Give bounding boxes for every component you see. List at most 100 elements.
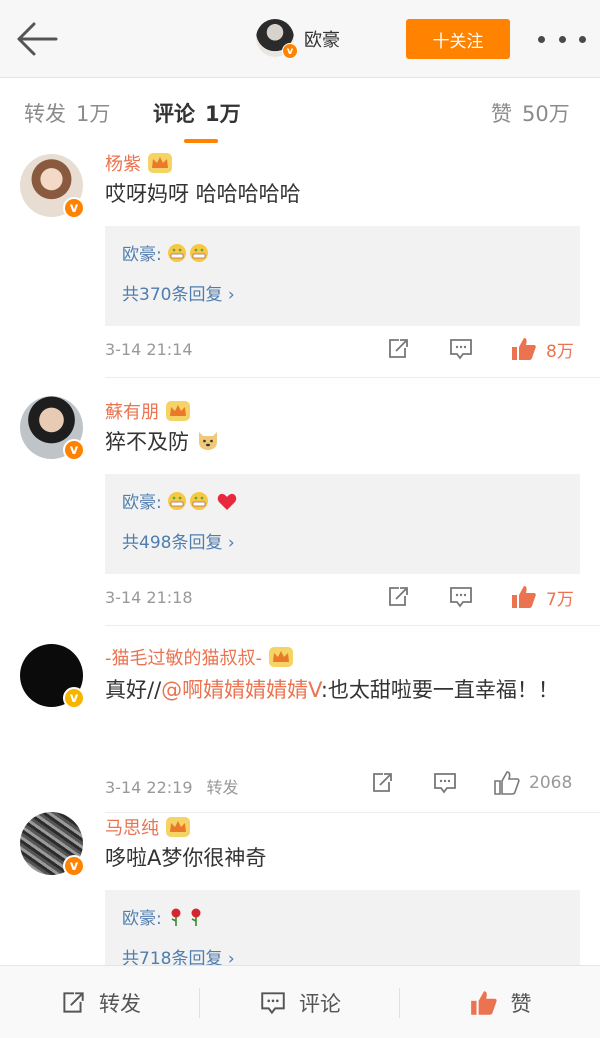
reply-line: 欧豪: — [122, 904, 207, 929]
tab-like-count: 50万 — [522, 102, 570, 126]
verified-badge-icon: v — [63, 439, 85, 461]
username-text: -猫毛过敏的猫叔叔- — [105, 648, 262, 669]
verified-badge-icon: v — [63, 687, 85, 709]
author-avatar[interactable]: v — [256, 19, 298, 59]
avatar[interactable]: v — [20, 644, 85, 709]
reply-line: 欧豪: — [122, 488, 237, 513]
like-icon — [512, 586, 536, 608]
top-nav-bar: v 欧豪 十关注 — [0, 0, 600, 78]
reply-count-link[interactable]: 共498条回复 › — [122, 528, 235, 553]
repost-button[interactable]: 转发 — [0, 966, 200, 1038]
tab-repost-label: 转发 — [24, 102, 66, 126]
follow-button[interactable]: 十关注 — [406, 19, 510, 59]
comment-time-row: 3-14 22:19 转发 — [105, 774, 239, 798]
comment-meta: 3-14 21:14 8万 — [105, 336, 585, 366]
comment-username[interactable]: 蘇有朋 — [105, 398, 191, 424]
reply-preview[interactable]: 欧豪: 共498条回复 › — [105, 474, 580, 574]
comment-text-prefix: 真好// — [105, 678, 162, 702]
share-icon[interactable] — [385, 584, 411, 610]
tab-comment-count: 1万 — [205, 102, 241, 126]
avatar[interactable]: v — [20, 396, 85, 461]
comment-list[interactable]: v 杨紫 哎呀妈呀 哈哈哈哈哈 欧豪: 共370条回复 › 3-14 21:14… — [0, 148, 600, 965]
crown-icon — [269, 647, 293, 667]
avatar[interactable]: v — [20, 154, 85, 219]
comment-icon[interactable] — [448, 584, 474, 610]
like-icon — [494, 771, 520, 795]
comment-icon[interactable] — [432, 770, 458, 796]
like-count: 7万 — [546, 589, 574, 610]
like-icon — [512, 338, 536, 360]
tab-repost[interactable]: 转发 1万 — [24, 98, 110, 128]
bottom-action-bar: 转发 评论 赞 — [0, 965, 600, 1038]
divider — [105, 377, 600, 378]
tab-comment-label: 评论 — [153, 102, 195, 126]
comment-username[interactable]: 杨紫 — [105, 150, 173, 176]
grimace-emoji-icon — [168, 492, 209, 510]
reply-author[interactable]: 欧豪: — [122, 245, 162, 265]
comment-icon[interactable] — [448, 336, 474, 362]
active-tab-indicator — [184, 139, 218, 143]
tab-like[interactable]: 赞 50万 — [491, 98, 570, 128]
comment-icon — [261, 991, 285, 1014]
divider — [105, 812, 600, 813]
comment-time: 3-14 22:19 — [105, 778, 193, 797]
like-count: 8万 — [546, 341, 574, 362]
avatar[interactable]: v — [20, 812, 85, 877]
comment-time: 3-14 21:14 — [105, 340, 193, 359]
username-text: 马思纯 — [105, 818, 159, 839]
like-count: 2068 — [529, 773, 573, 793]
repost-link[interactable]: 转发 — [207, 778, 239, 797]
like-icon — [470, 990, 497, 1015]
username-text: 杨紫 — [105, 154, 141, 175]
reply-author[interactable]: 欧豪: — [122, 909, 162, 929]
username-text: 蘇有朋 — [105, 402, 159, 423]
like-label: 赞 — [510, 991, 532, 1016]
back-arrow-icon — [17, 22, 58, 56]
comment-meta: 3-14 22:19 转发 2068 — [105, 770, 585, 800]
back-button[interactable] — [14, 20, 60, 58]
reply-author[interactable]: 欧豪: — [122, 493, 162, 513]
author-name[interactable]: 欧豪 — [304, 26, 340, 52]
reply-count-link[interactable]: 共370条回复 › — [122, 280, 235, 305]
crown-icon — [166, 817, 190, 837]
comment-button[interactable]: 评论 — [200, 966, 400, 1038]
comment-text: 哎呀妈呀 哈哈哈哈哈 — [105, 182, 301, 206]
comment-text: 真好//@啊婧婧婧婧婧V:也太甜啦要一直幸福！！ — [105, 670, 575, 710]
comment-text: 哆啦A梦你很神奇 — [105, 846, 267, 870]
share-icon[interactable] — [385, 336, 411, 362]
tab-comment[interactable]: 评论 1万 — [153, 98, 241, 128]
rose-emoji-icon — [171, 908, 201, 926]
grimace-emoji-icon — [168, 244, 209, 262]
comment-text-body: 猝不及防 — [105, 430, 189, 454]
comment-username[interactable]: 马思纯 — [105, 814, 191, 840]
crown-icon — [166, 401, 190, 421]
reply-line: 欧豪: — [122, 240, 211, 265]
comment-text-suffix: :也太甜啦要一直幸福！！ — [320, 678, 559, 702]
reply-count-link[interactable]: 共718条回复 › — [122, 944, 235, 965]
heart-emoji-icon — [217, 493, 236, 510]
comment-text: 猝不及防 — [105, 422, 575, 462]
verified-badge-icon: v — [63, 197, 85, 219]
verified-badge-icon: v — [63, 855, 85, 877]
comment-meta: 3-14 21:18 7万 — [105, 584, 585, 614]
tab-repost-count: 1万 — [76, 102, 111, 126]
mention-link[interactable]: @啊婧婧婧婧婧V — [161, 678, 321, 702]
share-icon[interactable] — [369, 770, 395, 796]
divider — [105, 625, 600, 626]
reply-preview[interactable]: 欧豪: 共718条回复 › — [105, 890, 580, 965]
comment-username[interactable]: -猫毛过敏的猫叔叔- — [105, 644, 294, 670]
dog-emoji-icon — [198, 432, 217, 450]
repost-label: 转发 — [99, 991, 141, 1016]
more-icon[interactable] — [538, 30, 586, 48]
like-button[interactable]: 赞 — [400, 966, 600, 1038]
like-button[interactable]: 2068 — [493, 770, 572, 796]
comment-label: 评论 — [299, 991, 341, 1016]
like-button[interactable]: 8万 — [510, 336, 574, 362]
crown-icon — [148, 153, 172, 173]
reply-preview[interactable]: 欧豪: 共370条回复 › — [105, 226, 580, 326]
tab-like-label: 赞 — [491, 102, 512, 126]
like-button[interactable]: 7万 — [510, 584, 574, 610]
share-icon — [63, 991, 84, 1013]
verified-badge-icon: v — [282, 43, 298, 59]
comment-time: 3-14 21:18 — [105, 588, 193, 607]
